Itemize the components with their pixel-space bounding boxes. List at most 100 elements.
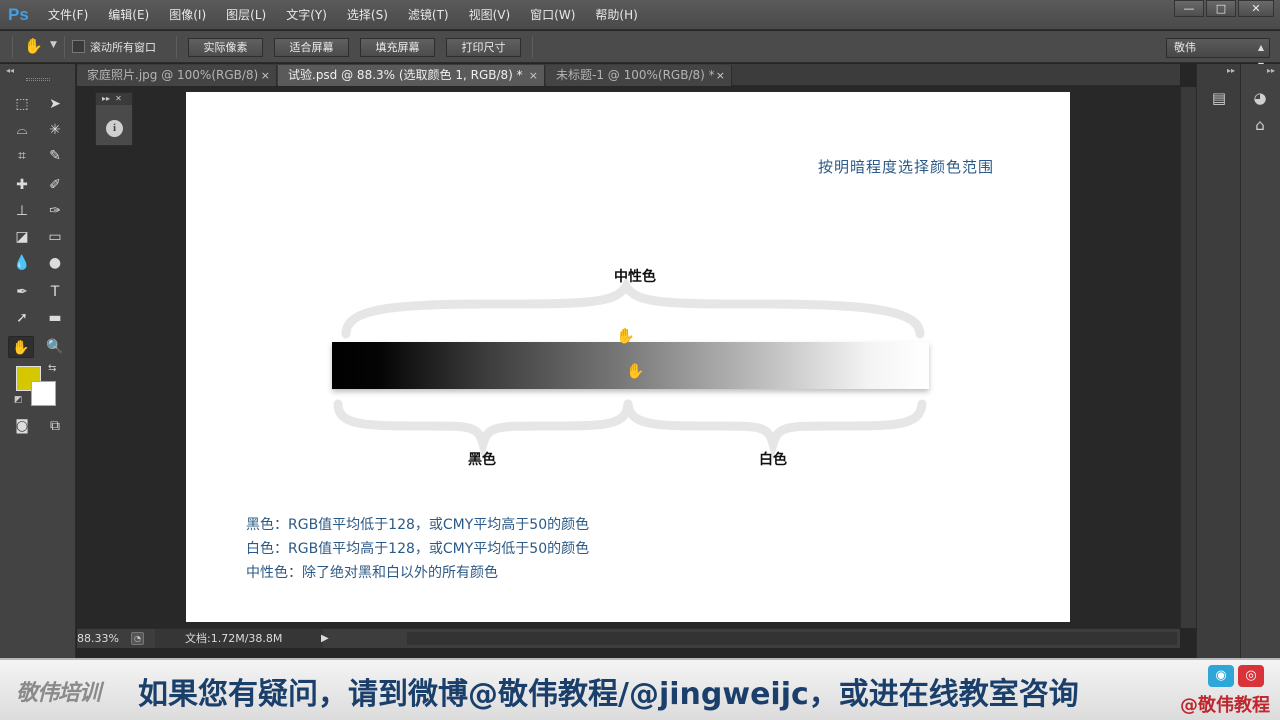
fit-screen-button[interactable]: 适合屏幕	[274, 38, 349, 57]
print-size-button[interactable]: 打印尺寸	[446, 38, 521, 57]
minimize-button[interactable]: —	[1174, 0, 1204, 17]
menu-item[interactable]: 文件(F)	[48, 0, 88, 30]
slide-title: 按明暗程度选择颜色范围	[817, 158, 994, 176]
neutral-definition: 中性色：除了绝对黑和白以外的所有颜色	[246, 565, 498, 581]
workspace-select[interactable]: 敬伟 ▲▼	[1166, 38, 1270, 70]
marquee-tool-icon[interactable]: ⬚	[9, 93, 35, 115]
channels-panel-icon[interactable]: ◕	[1248, 89, 1272, 107]
menu-item[interactable]: 图层(L)	[226, 0, 266, 30]
panel-header[interactable]: ▸▸ ✕	[96, 93, 132, 105]
collapse-icon[interactable]: ▸▸	[1267, 66, 1275, 75]
dodge-tool-icon[interactable]: ●	[42, 252, 68, 274]
close-icon[interactable]: ×	[529, 65, 538, 86]
paths-panel-icon[interactable]: ⌂	[1248, 116, 1272, 134]
panel-dock-right: ▸▸ ◕ ⌂	[1240, 64, 1280, 658]
document-canvas[interactable]: 按明暗程度选择颜色范围 中性色 ✋ ✋ 黑色 白色 黑色：RGB值平均低于128…	[186, 92, 1070, 622]
healing-brush-tool-icon[interactable]: ✚	[9, 174, 35, 196]
close-icon[interactable]: ×	[261, 65, 270, 86]
info-icon[interactable]: i	[106, 120, 123, 137]
options-grip	[12, 36, 13, 58]
eraser-tool-icon[interactable]: ◪	[9, 226, 35, 248]
canvas-area[interactable]: 按明暗程度选择颜色范围 中性色 ✋ ✋ 黑色 白色 黑色：RGB值平均低于128…	[77, 87, 1180, 628]
hand-tool-icon[interactable]: ✋	[24, 37, 43, 55]
menu-item[interactable]: 选择(S)	[347, 0, 388, 30]
hand-tool-icon[interactable]: ✋	[8, 336, 34, 358]
zoom-tool-icon[interactable]: 🔍	[42, 336, 68, 358]
status-menu-arrow-icon[interactable]: ▶	[321, 629, 329, 648]
tutorial-banner: 敬伟培训 如果您有疑问，请到微博@敬伟教程/@jingweijc，或进在线教室咨…	[0, 658, 1280, 720]
sina-weibo-icon: ◎	[1238, 665, 1264, 687]
rectangle-tool-icon[interactable]: ▬	[42, 307, 68, 329]
pen-tool-icon[interactable]: ✒	[9, 281, 35, 303]
status-bar: 88.33% ◔ 文档:1.72M/38.8M ▶	[77, 628, 1180, 648]
tab-experiment-psd[interactable]: 试验.psd @ 88.3% (选取颜色 1, RGB/8) * ×	[278, 65, 545, 86]
close-button[interactable]: ✕	[1238, 0, 1274, 17]
history-panel-icon[interactable]: ▤	[1207, 89, 1231, 107]
path-selection-tool-icon[interactable]: ➚	[9, 307, 35, 329]
divider	[64, 36, 65, 58]
tab-label: 试验.psd @ 88.3% (选取颜色 1, RGB/8) *	[288, 68, 523, 82]
black-label: 黑色	[468, 452, 496, 468]
close-icon[interactable]: ×	[716, 65, 725, 86]
status-icon[interactable]: ◔	[131, 632, 144, 645]
crop-tool-icon[interactable]: ⌗	[9, 145, 35, 167]
tab-label: 未标题-1 @ 100%(RGB/8) *	[556, 68, 715, 82]
tab-family-photo[interactable]: 家庭照片.jpg @ 100%(RGB/8) ×	[77, 65, 277, 86]
tencent-weibo-icon: ◉	[1208, 665, 1234, 687]
banner-text: 如果您有疑问，请到微博@敬伟教程/@jingweijc，或进在线教室咨询	[138, 677, 1079, 712]
menu-item[interactable]: 视图(V)	[469, 0, 511, 30]
banner-logo: 敬伟培训	[16, 681, 101, 706]
history-brush-tool-icon[interactable]: ✑	[42, 200, 68, 222]
options-bar: ✋ ▼ 滚动所有窗口 实际像素 适合屏幕 填充屏幕 打印尺寸 敬伟 ▲▼	[0, 31, 1280, 70]
tab-untitled-1[interactable]: 未标题-1 @ 100%(RGB/8) * ×	[546, 65, 732, 86]
info-mini-panel[interactable]: ▸▸ ✕ i	[95, 92, 133, 146]
menu-item[interactable]: 滤镜(T)	[408, 0, 449, 30]
background-color-swatch[interactable]	[31, 381, 56, 406]
fill-screen-button[interactable]: 填充屏幕	[360, 38, 435, 57]
toolbar-grip[interactable]	[26, 78, 50, 81]
definitions: 黑色：RGB值平均低于128，或CMY平均高于50的颜色 白色：RGB值平均高于…	[246, 513, 589, 585]
quick-mask-icon[interactable]: ◙	[9, 415, 35, 437]
menu-item[interactable]: 文字(Y)	[286, 0, 327, 30]
scroll-all-windows-checkbox[interactable]	[72, 40, 85, 53]
photoshop-logo: Ps	[8, 5, 29, 24]
scroll-all-windows-label: 滚动所有窗口	[90, 41, 156, 54]
window-controls: — □ ✕	[1172, 0, 1274, 18]
gradient-tool-icon[interactable]: ▭	[42, 226, 68, 248]
move-tool-icon[interactable]: ➤	[42, 93, 68, 115]
white-definition: 白色：RGB值平均高于128，或CMY平均低于50的颜色	[246, 541, 590, 557]
blur-tool-icon[interactable]: 💧	[9, 252, 35, 274]
white-label: 白色	[759, 452, 787, 468]
collapse-icon[interactable]: ▸▸	[1227, 66, 1235, 75]
tab-label: 家庭照片.jpg @ 100%(RGB/8)	[87, 68, 259, 82]
zoom-level[interactable]: 88.33%	[77, 629, 119, 648]
hand-cursor-icon: ✋	[616, 327, 635, 345]
menu-item[interactable]: 图像(I)	[169, 0, 206, 30]
divider	[176, 36, 177, 58]
default-colors-icon[interactable]: ◩	[14, 395, 23, 405]
swap-colors-icon[interactable]: ⇆	[48, 363, 56, 374]
vertical-scrollbar[interactable]	[1180, 87, 1196, 628]
menu-item[interactable]: 帮助(H)	[595, 0, 637, 30]
social-icons: ◉ ◎	[1208, 665, 1268, 687]
maximize-button[interactable]: □	[1206, 0, 1236, 17]
actual-pixels-button[interactable]: 实际像素	[188, 38, 263, 57]
horizontal-scrollbar[interactable]	[407, 632, 1177, 645]
screen-mode-icon[interactable]: ⧉	[42, 415, 68, 437]
brush-tool-icon[interactable]: ✐	[42, 174, 68, 196]
type-tool-icon[interactable]: T	[42, 281, 68, 303]
menu-item[interactable]: 编辑(E)	[108, 0, 149, 30]
menu-item[interactable]: 窗口(W)	[530, 0, 575, 30]
clone-stamp-tool-icon[interactable]: ⊥	[9, 200, 35, 222]
chevron-down-icon[interactable]: ▼	[50, 40, 57, 50]
eyedropper-tool-icon[interactable]: ✎	[42, 145, 68, 167]
menu-items: 文件(F) 编辑(E) 图像(I) 图层(L) 文字(Y) 选择(S) 滤镜(T) 视图(V)…	[48, 0, 658, 30]
magic-wand-tool-icon[interactable]: ✳	[42, 119, 68, 141]
collapse-icon[interactable]: ◂◂	[6, 66, 14, 75]
document-tabs: 家庭照片.jpg @ 100%(RGB/8) × 试验.psd @ 88.3% …	[77, 64, 1180, 86]
workspace-select-value: 敬伟	[1174, 41, 1196, 54]
lasso-tool-icon[interactable]: ⌓	[9, 119, 35, 141]
tools-panel: ◂◂ ⬚ ➤ ⌓ ✳ ⌗ ✎ ✚ ✐ ⊥ ✑ ◪ ▭ 💧 ● ✒ T ➚ ▬ ✋…	[0, 64, 76, 658]
black-definition: 黑色：RGB值平均低于128，或CMY平均高于50的颜色	[246, 517, 590, 533]
document-info: 文档:1.72M/38.8M	[155, 629, 323, 648]
